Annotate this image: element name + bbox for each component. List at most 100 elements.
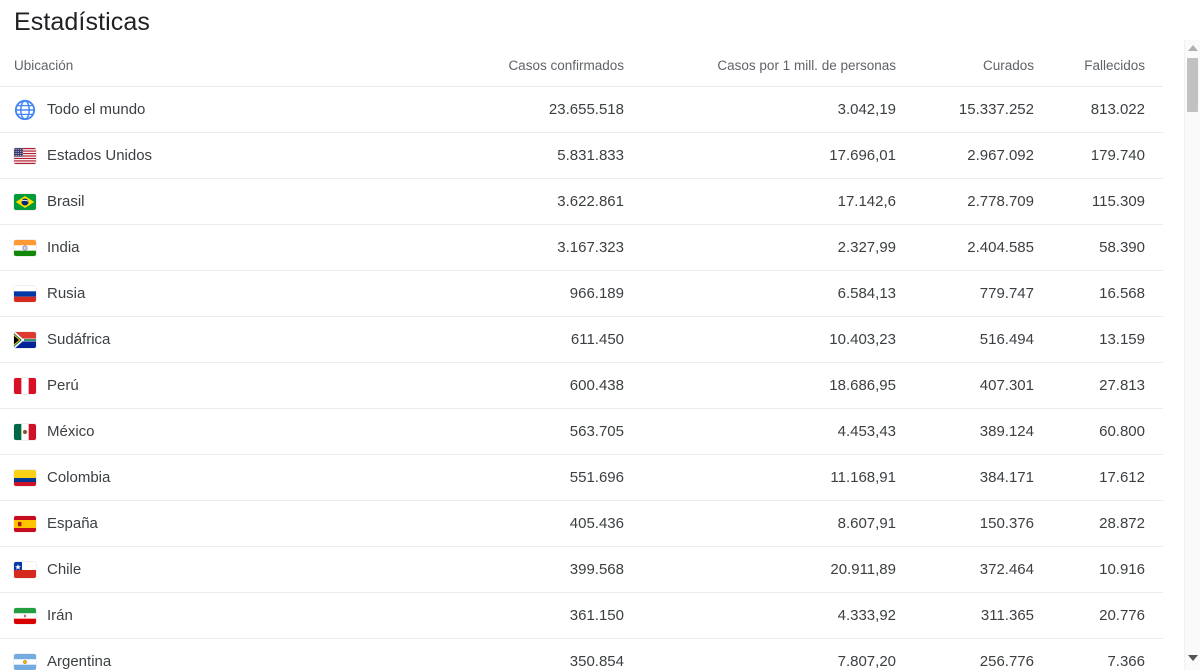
cell-confirmed: 966.189 (372, 270, 640, 317)
table-row[interactable]: Rusia 966.189 6.584,13 779.747 16.568 (0, 270, 1163, 317)
cell-confirmed: 600.438 (372, 362, 640, 409)
globe-icon (14, 99, 36, 121)
table-row[interactable]: España 405.436 8.607,91 150.376 28.872 (0, 500, 1163, 547)
cell-recovered: 256.776 (912, 638, 1050, 670)
cell-location: Chile (0, 546, 372, 593)
location-label: Perú (47, 377, 79, 394)
flag-ir-icon (14, 607, 36, 624)
cell-location: México (0, 408, 372, 455)
cell-confirmed: 551.696 (372, 454, 640, 501)
cell-recovered: 150.376 (912, 500, 1050, 547)
column-header-recovered[interactable]: Curados (912, 44, 1050, 87)
location-label: Rusia (47, 285, 86, 302)
cell-confirmed: 611.450 (372, 316, 640, 363)
flag-mx-icon (14, 423, 36, 440)
cell-per-million: 10.403,23 (640, 316, 912, 363)
cell-confirmed: 563.705 (372, 408, 640, 455)
location-label: Todo el mundo (47, 101, 146, 118)
table-row[interactable]: Perú 600.438 18.686,95 407.301 27.813 (0, 362, 1163, 409)
flag-cl-icon (14, 561, 36, 578)
location-label: Chile (47, 561, 82, 578)
cell-deaths: 13.159 (1050, 316, 1163, 363)
table-row[interactable]: Colombia 551.696 11.168,91 384.171 17.612 (0, 454, 1163, 501)
table-row[interactable]: India 3.167.323 2.327,99 2.404.585 58.390 (0, 224, 1163, 271)
cell-confirmed: 23.655.518 (372, 86, 640, 133)
cell-recovered: 311.365 (912, 592, 1050, 639)
scroll-up-button[interactable] (1185, 40, 1200, 56)
cell-per-million: 20.911,89 (640, 546, 912, 593)
cell-per-million: 7.807,20 (640, 638, 912, 670)
cell-deaths: 20.776 (1050, 592, 1163, 639)
cell-recovered: 389.124 (912, 408, 1050, 455)
cell-location: Perú (0, 362, 372, 409)
cell-location: India (0, 224, 372, 271)
cell-per-million: 6.584,13 (640, 270, 912, 317)
page-title: Estadísticas (14, 8, 150, 36)
table-row[interactable]: Estados Unidos 5.831.833 17.696,01 2.967.09… (0, 132, 1163, 179)
table-row[interactable]: Irán 361.150 4.333,92 311.365 20.776 (0, 592, 1163, 639)
cell-per-million: 3.042,19 (640, 86, 912, 133)
flag-ar-icon (14, 653, 36, 670)
cell-per-million: 4.453,43 (640, 408, 912, 455)
cell-per-million: 4.333,92 (640, 592, 912, 639)
cell-location: Estados Unidos (0, 132, 372, 179)
cell-confirmed: 3.622.861 (372, 178, 640, 225)
flag-br-icon (14, 193, 36, 210)
cell-location: Todo el mundo (0, 86, 372, 133)
cell-recovered: 407.301 (912, 362, 1050, 409)
cell-deaths: 179.740 (1050, 132, 1163, 179)
scroll-down-button[interactable] (1185, 650, 1200, 666)
cell-confirmed: 5.831.833 (372, 132, 640, 179)
column-header-location[interactable]: Ubicación (0, 44, 372, 87)
column-header-confirmed[interactable]: Casos confirmados (372, 44, 640, 87)
location-label: México (47, 423, 95, 440)
cell-recovered: 2.778.709 (912, 178, 1050, 225)
location-label: Sudáfrica (47, 331, 111, 348)
cell-recovered: 779.747 (912, 270, 1050, 317)
cell-location: Irán (0, 592, 372, 639)
statistics-table-scroll-region[interactable]: Ubicación Casos confirmados Casos por 1 … (0, 44, 1163, 670)
scroll-up-arrow-icon (1187, 45, 1198, 51)
statistics-table: Ubicación Casos confirmados Casos por 1 … (0, 44, 1163, 670)
location-label: Colombia (47, 469, 111, 486)
flag-in-icon (14, 239, 36, 256)
cell-deaths: 17.612 (1050, 454, 1163, 501)
cell-confirmed: 361.150 (372, 592, 640, 639)
table-header: Ubicación Casos confirmados Casos por 1 … (0, 44, 1163, 87)
location-label: Brasil (47, 193, 85, 210)
table-row[interactable]: México 563.705 4.453,43 389.124 60.800 (0, 408, 1163, 455)
scrollbar-thumb[interactable] (1187, 58, 1198, 112)
location-label: Estados Unidos (47, 147, 153, 164)
vertical-scrollbar[interactable] (1184, 40, 1200, 670)
cell-confirmed: 405.436 (372, 500, 640, 547)
flag-ru-icon (14, 285, 36, 302)
cell-recovered: 2.967.092 (912, 132, 1050, 179)
column-header-per-million[interactable]: Casos por 1 mill. de personas (640, 44, 912, 87)
flag-pe-icon (14, 377, 36, 394)
cell-location: España (0, 500, 372, 547)
flag-us-icon (14, 147, 36, 164)
cell-confirmed: 3.167.323 (372, 224, 640, 271)
cell-per-million: 11.168,91 (640, 454, 912, 501)
cell-per-million: 17.696,01 (640, 132, 912, 179)
cell-per-million: 17.142,6 (640, 178, 912, 225)
column-header-deaths[interactable]: Fallecidos (1050, 44, 1163, 87)
cell-recovered: 516.494 (912, 316, 1050, 363)
cell-deaths: 813.022 (1050, 86, 1163, 133)
table-row[interactable]: Argentina 350.854 7.807,20 256.776 7.366 (0, 638, 1163, 670)
location-label: India (47, 239, 80, 256)
location-label: España (47, 515, 98, 532)
cell-recovered: 384.171 (912, 454, 1050, 501)
cell-location: Sudáfrica (0, 316, 372, 363)
cell-deaths: 10.916 (1050, 546, 1163, 593)
table-row[interactable]: Brasil 3.622.861 17.142,6 2.778.709 115.309 (0, 178, 1163, 225)
cell-deaths: 27.813 (1050, 362, 1163, 409)
cell-recovered: 372.464 (912, 546, 1050, 593)
cell-deaths: 16.568 (1050, 270, 1163, 317)
cell-location: Argentina (0, 638, 372, 670)
table-header-row: Ubicación Casos confirmados Casos por 1 … (0, 44, 1163, 87)
table-row[interactable]: Todo el mundo 23.655.518 3.042,19 15.337.25… (0, 86, 1163, 133)
scroll-down-arrow-icon (1187, 655, 1198, 661)
table-row[interactable]: Chile 399.568 20.911,89 372.464 10.916 (0, 546, 1163, 593)
table-row[interactable]: Sudáfrica 611.450 10.403,23 516.494 13.159 (0, 316, 1163, 363)
